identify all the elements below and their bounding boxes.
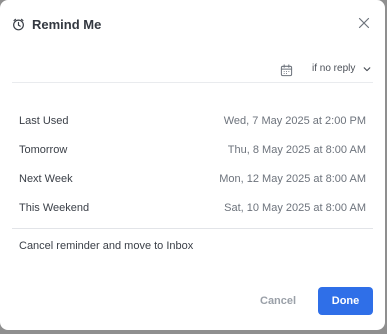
cancel-reminder-link[interactable]: Cancel reminder and move to Inbox (19, 240, 193, 252)
option-datetime: Thu, 8 May 2025 at 8:00 AM (227, 143, 366, 156)
remind-me-dialog: Remind Me if no reply Last Used Wed, 7 M… (0, 0, 385, 330)
chevron-down-icon (364, 66, 371, 71)
option-label: This Weekend (19, 201, 90, 214)
calendar-icon[interactable] (280, 64, 293, 77)
date-input-row[interactable]: if no reply (12, 60, 373, 83)
option-tomorrow[interactable]: Tomorrow Thu, 8 May 2025 at 8:00 AM (12, 135, 373, 164)
done-button[interactable]: Done (318, 287, 373, 315)
option-next-week[interactable]: Next Week Mon, 12 May 2025 at 8:00 AM (12, 164, 373, 193)
option-label: Last Used (19, 114, 69, 127)
option-this-weekend[interactable]: This Weekend Sat, 10 May 2025 at 8:00 AM (12, 193, 373, 222)
dialog-title: Remind Me (32, 16, 102, 32)
option-datetime: Wed, 7 May 2025 at 2:00 PM (223, 114, 366, 127)
reply-condition-dropdown[interactable]: if no reply (312, 63, 371, 74)
option-last-used[interactable]: Last Used Wed, 7 May 2025 at 2:00 PM (12, 106, 373, 135)
reply-condition-value: if no reply (312, 63, 356, 74)
divider (12, 228, 373, 229)
option-datetime: Sat, 10 May 2025 at 8:00 AM (224, 201, 366, 214)
clock-icon (13, 18, 24, 30)
reminder-options-list: Last Used Wed, 7 May 2025 at 2:00 PM Tom… (12, 106, 373, 222)
cancel-button[interactable]: Cancel (256, 289, 300, 313)
option-label: Next Week (19, 172, 73, 185)
dialog-header: Remind Me (12, 14, 373, 34)
option-label: Tomorrow (19, 143, 68, 156)
option-datetime: Mon, 12 May 2025 at 8:00 AM (219, 172, 366, 185)
close-icon[interactable] (357, 16, 371, 30)
